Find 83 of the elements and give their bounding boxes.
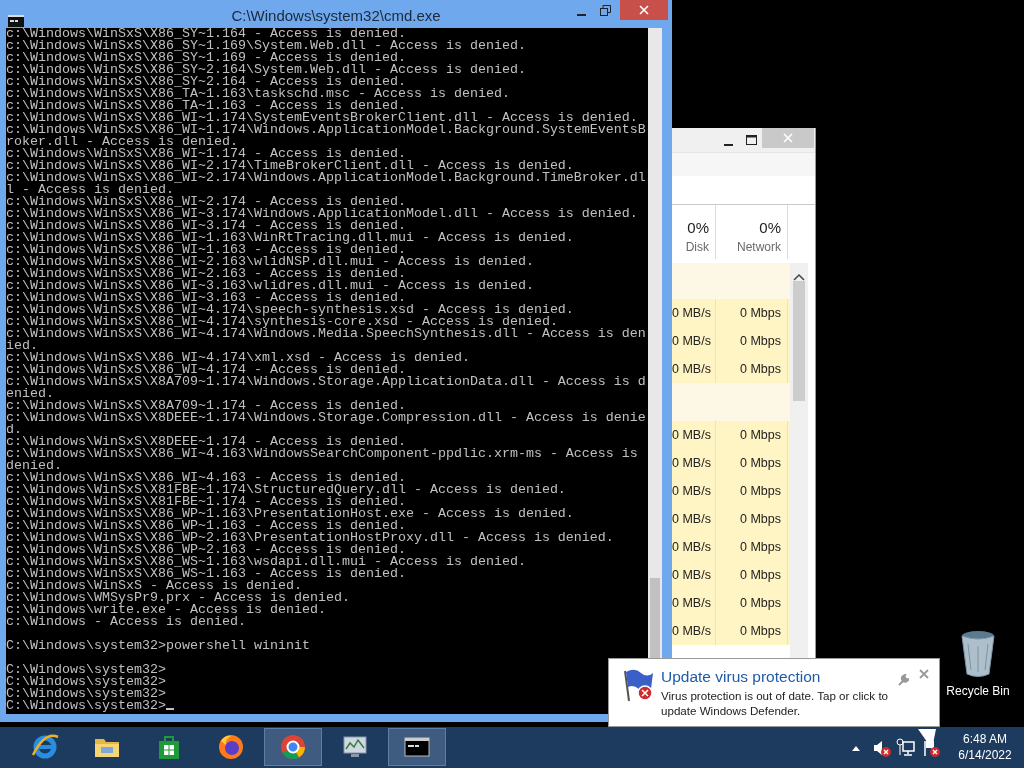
column-header[interactable]: 0% Disk <box>672 205 716 259</box>
console-line: c:\Windows\WinSxS\X86_WI~1.163\WinRtTracing.dll.mui - Access is denied. <box>6 232 574 244</box>
fox-globe-icon <box>217 733 245 761</box>
restore-icon <box>599 4 611 16</box>
callout-tail <box>918 728 936 749</box>
console-line: c:\Windows\WinSxS\X86_WI~3.163 - Access is denied. <box>6 292 406 304</box>
console-line: c:\Windows\WinSxS - Access is denied. <box>6 580 302 592</box>
table-cell: 0 MB/s <box>672 617 716 645</box>
console-line: c:\Windows\WinSxS\X86_SY~2.164 - Access is denied. <box>6 76 406 88</box>
console-line: c:\Windows - Access is denied. <box>6 616 246 628</box>
console-line: c:\Windows\WinSxS\X81FBE~1.174\StructuredQuery.dll - Access is denied. <box>6 484 566 496</box>
console-line: c:\Windows\WinSxS\X8DEEE~1.174 - Access is denied. <box>6 436 406 448</box>
minimize-icon <box>576 14 586 16</box>
clock[interactable]: 6:48 AM 6/14/2022 <box>954 731 1016 763</box>
console-line: C:\Windows\system32>powershell wininit <box>6 640 310 652</box>
wrench-icon[interactable] <box>897 673 909 686</box>
console-line: c:\Windows\WinSxS\X86_WI~4.163\WindowsSearchComponent-ppdlic.xrm-ms - Access is <box>6 448 638 460</box>
recycle-bin-icon[interactable] <box>958 630 998 678</box>
console-line: c:\Windows\WinSxS\X8A709~1.174 - Access is denied. <box>6 400 406 412</box>
console-line: c:\Windows\WinSxS\X86_WP~2.163 - Access is denied. <box>6 544 406 556</box>
notification-popup[interactable]: Update virus protection Virus protection is out of date. Tap or click to update Windows Defender. <box>608 658 940 727</box>
console-line: c:\Windows\WinSxS\X86_WS~1.163 - Access is denied. <box>6 568 406 580</box>
console-line: c:\Windows\WinSxS\X86_WP~1.163\PresentationHost.exe - Access is denied. <box>6 508 574 520</box>
console-line: ied. <box>6 340 38 352</box>
minimize-icon <box>723 144 733 146</box>
console-line: c:\Windows\WinSxS\X86_WI~2.174 - Access is denied. <box>6 196 406 208</box>
window-title: C:\Windows\system32\cmd.exe <box>230 6 442 26</box>
console-line: c:\Windows\WinSxS\X86_SY~2.164\System.Web.dll - Access is denied. <box>6 64 526 76</box>
close-button[interactable] <box>917 667 931 681</box>
console-line: c:\Windows\WinSxS\X86_WI~4.174\Windows.Media.SpeechSynthesis.dll - Access is den <box>6 328 646 340</box>
console-icon <box>8 14 24 27</box>
console-line: c:\Windows\WinSxS\X86_WP~2.163\PresentationHostProxy.dll - Access is denied. <box>6 532 614 544</box>
console-line: l - Access is denied. <box>6 184 174 196</box>
console-line: c:\Windows\WinSxS\X86_WI~1.163 - Access is denied. <box>6 244 406 256</box>
taskbar-button[interactable] <box>264 728 322 766</box>
close-icon <box>919 669 929 679</box>
console-line: c:\Windows\WinSxS\X86_SY~1.169\System.Web.dll - Access is denied. <box>6 40 526 52</box>
console-line: c:\Windows\WinSxS\X86_TA~1.163 - Access is denied. <box>6 100 406 112</box>
chrome-icon <box>279 733 307 761</box>
console-line: c:\Windows\WinSxS\X86_WP~1.163 - Access is denied. <box>6 520 406 532</box>
console-line: enied. <box>6 388 54 400</box>
console-line: roker.dll - Access is denied. <box>6 136 238 148</box>
console-line: c:\Windows\WinSxS\X86_SY~1.169 - Access is denied. <box>6 52 406 64</box>
console-line: c:\Windows\WinSxS\X8DEEE~1.174\Windows.Storage.Compression.dll - Access is denie <box>6 412 646 424</box>
console-line: c:\Windows\WinSxS\X86_WI~2.174\Windows.ApplicationModel.Background.TimeBroker.dl <box>6 172 646 184</box>
console-line: c:\Windows\WinSxS\X86_WI~1.174\Windows.ApplicationModel.Background.SystemEventsB <box>6 124 646 136</box>
console-line: c:\Windows\WinSxS\X8A709~1.174\Windows.Storage.ApplicationData.dll - Access is d <box>6 376 646 388</box>
console-line: c:\Windows\WinSxS\X86_WI~1.174 - Access is denied. <box>6 148 406 160</box>
close-icon <box>639 5 649 15</box>
console-line: c:\Windows\WinSxS\X86_WS~1.163\wsdapi.dll.mui - Access is denied. <box>6 556 526 568</box>
console-line: c:\Windows\WinSxS\X86_WI~2.174\TimeBrokerClient.dll - Access is denied. <box>6 160 574 172</box>
console-line: c:\Windows\WinSxS\X86_WI~4.174 - Access is denied. <box>6 364 406 376</box>
console-line: c:\Windows\WinSxS\X86_WI~4.163 - Access is denied. <box>6 472 406 484</box>
console-line: c:\Windows\WinSxS\X86_WI~4.174\xml.xsd - Access is denied. <box>6 352 470 364</box>
console-line: c:\Windows\WinSxS\X86_WI~3.174 - Access is denied. <box>6 220 406 232</box>
console-line: C:\Windows\system32> <box>6 676 166 688</box>
maximize-icon <box>745 135 757 145</box>
scrollbar-thumb[interactable] <box>793 281 805 401</box>
console-line: c:\Windows\WinSxS\X86_SY~1.164 - Access is denied. <box>6 28 406 40</box>
console-line: c:\Windows\WinSxS\X86_WI~3.163\wlidres.dll.mui - Access is denied. <box>6 280 534 292</box>
console-line: c:\Windows\WMSysPr9.prx - Access is denied. <box>6 592 350 604</box>
close-icon <box>783 133 793 143</box>
notification-title: Update virus protection <box>661 667 822 687</box>
table-cell: 0 Mbps <box>716 617 788 645</box>
column-header[interactable]: 0% Network <box>716 205 788 259</box>
console-line: c:\Windows\WinSxS\X86_WI~4.174\speech-synthesis.xsd - Access is denied. <box>6 304 574 316</box>
console-line: c:\Windows\WinSxS\X81FBE~1.174 - Access is denied. <box>6 496 406 508</box>
console-line: d. <box>6 424 22 436</box>
console-line: C:\Windows\system32> <box>6 664 166 676</box>
console-line: c:\Windows\WinSxS\X86_WI~1.174\SystemEventsBrokerClient.dll - Access is denied. <box>6 112 638 124</box>
console-line: C:\Windows\system32> <box>6 688 166 700</box>
console-line: denied. <box>6 460 62 472</box>
console-line: c:\Windows\WinSxS\X86_TA~1.163\taskschd.msc - Access is denied. <box>6 88 510 100</box>
console-line: c:\Windows\WinSxS\X86_WI~4.174\synthesis-core.xsd - Access is denied. <box>6 316 558 328</box>
notification-message: Virus protection is out of date. Tap or click to update Windows Defender. <box>661 688 890 718</box>
console-line: c:\Windows\WinSxS\X86_WI~3.174\Windows.ApplicationModel.dll - Access is denied. <box>6 208 638 220</box>
network-icon[interactable] <box>896 737 916 758</box>
taskbar-button[interactable] <box>388 728 446 766</box>
globe-icon <box>31 733 59 761</box>
icon-label[interactable]: Recycle Bin <box>946 682 1010 700</box>
console-line: c:\Windows\WinSxS\X86_WI~2.163 - Access is denied. <box>6 268 406 280</box>
console-line: c:\Windows\WinSxS\X86_WI~2.163\wlidNSP.dll.mui - Access is denied. <box>6 256 534 268</box>
console-line: c:\Windows\write.exe - Access is denied. <box>6 604 326 616</box>
